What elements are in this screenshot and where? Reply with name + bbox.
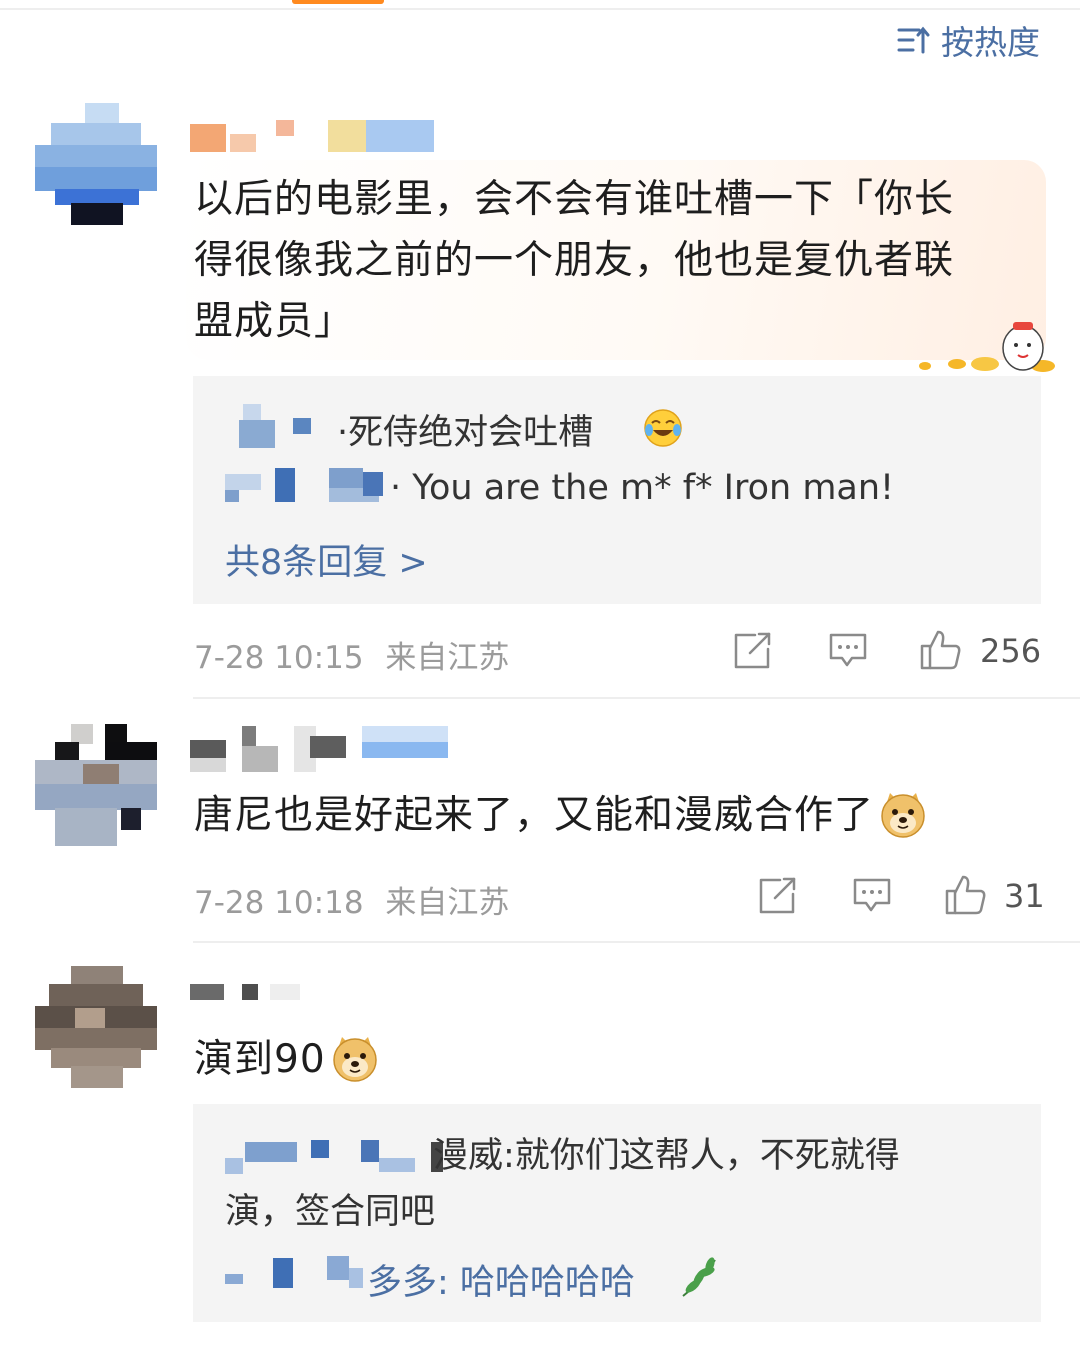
like-count: 31 <box>1004 877 1045 915</box>
comment-line: 唐尼也是好起来了，又能和漫威合作了 <box>194 793 875 838</box>
reply-preview-box[interactable]: ·死侍绝对会吐槽 · You are the m* f* Iron man! 共… <box>193 376 1041 604</box>
reply-text-line: 演，签合同吧 <box>225 1192 436 1232</box>
doge-emoji <box>332 1036 377 1082</box>
comment-line: 得很像我之前的一个朋友，他也是复仇者联 <box>194 238 955 283</box>
reply-text-line: 漫威:就你们这帮人，不死就得 <box>433 1136 900 1176</box>
comment-text: 演到90 <box>194 1029 380 1090</box>
comment-location: 来自江苏 <box>385 640 510 676</box>
comment-icon[interactable] <box>828 632 868 670</box>
leaf-emoji <box>682 1257 716 1297</box>
share-icon[interactable] <box>758 877 798 915</box>
sort-by-hot-button[interactable]: 按热度 <box>897 16 1040 64</box>
comment-line: 以后的电影里，会不会有谁吐槽一下「你长 <box>194 177 955 222</box>
reply-text: · You are the m* f* Iron man! <box>390 468 895 508</box>
like-icon[interactable] <box>919 628 963 672</box>
comment-time: 7-28 10:18 <box>194 885 364 921</box>
comment-line: 演到90 <box>194 1037 326 1082</box>
laugh-cry-emoji <box>644 409 682 447</box>
comment-meta: 7-28 10:18 来自江苏 <box>194 877 509 922</box>
reply-text: 多多: 哈哈哈哈哈 <box>367 1263 635 1303</box>
comment-divider <box>193 697 1080 699</box>
avatar[interactable] <box>35 103 157 225</box>
reply-preview-box[interactable]: 漫威:就你们这帮人，不死就得 演，签合同吧 多多: 哈哈哈哈哈 <box>193 1104 1041 1322</box>
comment-meta: 7-28 10:15 来自江苏 <box>194 632 509 677</box>
comment-location: 来自江苏 <box>385 885 510 921</box>
comment-divider <box>193 941 1080 943</box>
username-blurred[interactable] <box>190 120 435 154</box>
reply-text: ·死侍绝对会吐槽 <box>337 413 594 453</box>
like-count: 256 <box>980 632 1042 670</box>
username-blurred[interactable] <box>190 726 450 772</box>
doge-emoji <box>881 792 925 838</box>
active-tab-indicator <box>292 0 384 4</box>
sort-label: 按热度 <box>941 23 1040 62</box>
top-divider <box>0 8 1080 10</box>
avatar[interactable] <box>35 966 157 1088</box>
comment-text: 以后的电影里，会不会有谁吐槽一下「你长 得很像我之前的一个朋友，他也是复仇者联 … <box>194 169 954 352</box>
comment-icon[interactable] <box>852 877 892 915</box>
username-blurred[interactable] <box>190 984 300 1018</box>
comment-time: 7-28 10:15 <box>194 640 364 676</box>
share-icon[interactable] <box>733 632 773 670</box>
sort-icon <box>897 26 930 54</box>
more-replies-link[interactable]: 共8条回复 > <box>225 534 428 585</box>
comment-line: 盟成员」 <box>194 299 355 344</box>
avatar[interactable] <box>35 724 157 846</box>
comment-text: 唐尼也是好起来了，又能和漫威合作了 <box>194 785 928 846</box>
like-icon[interactable] <box>944 873 988 917</box>
